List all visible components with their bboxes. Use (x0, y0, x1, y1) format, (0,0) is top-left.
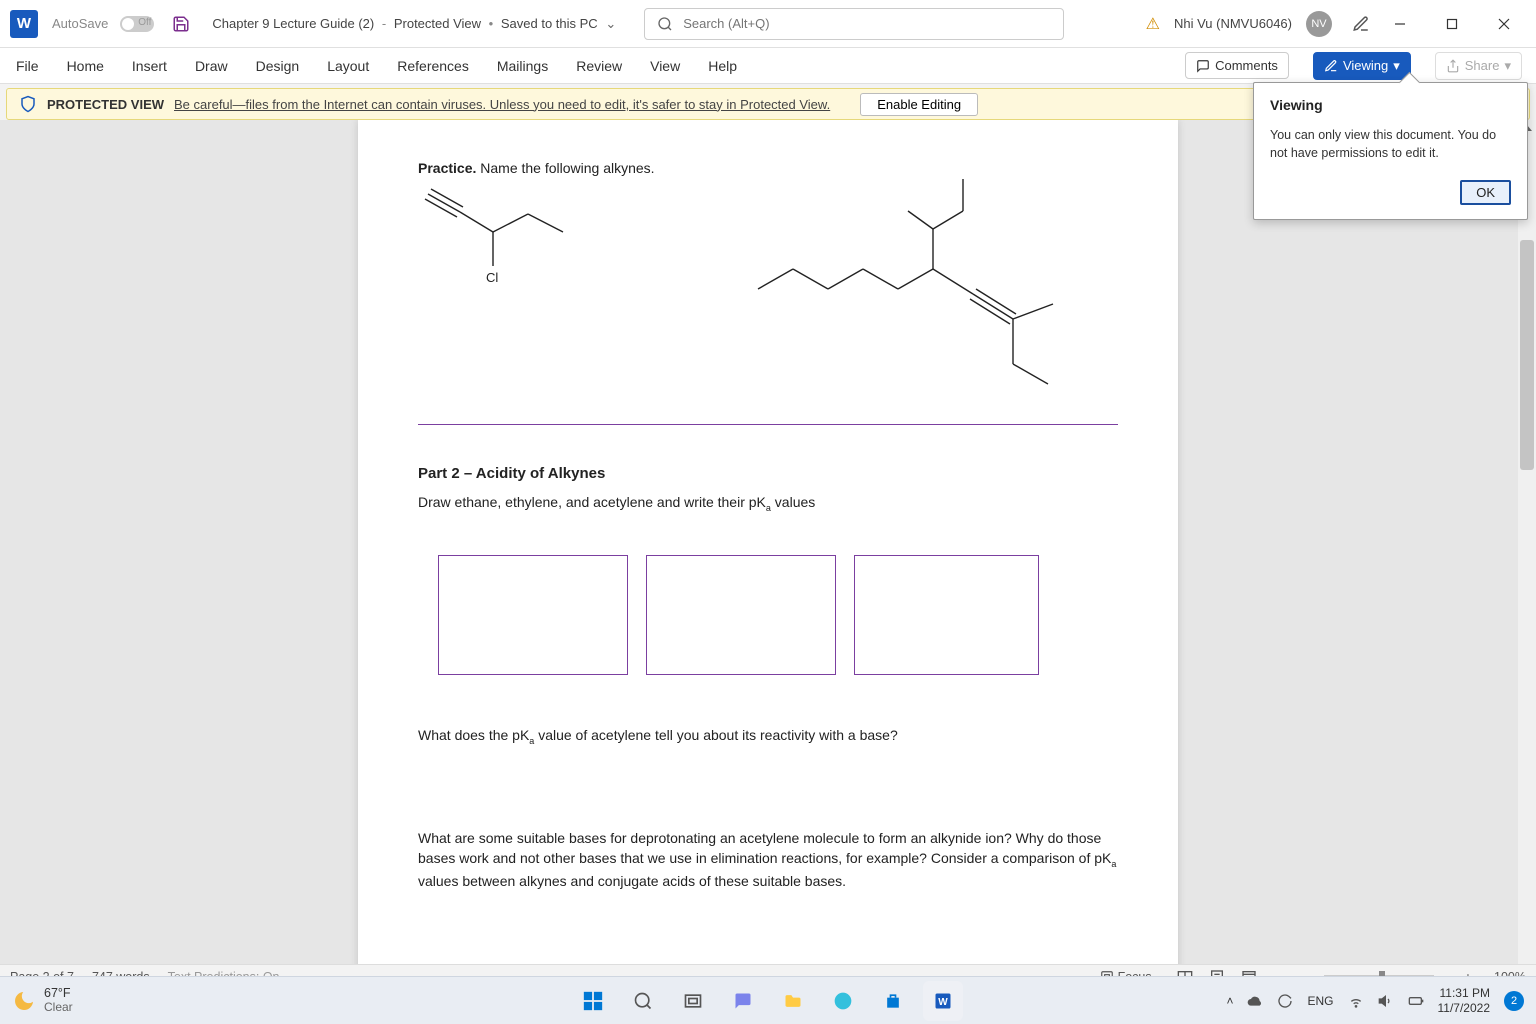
chevron-down-icon: ▾ (1504, 58, 1511, 74)
pen-icon[interactable] (1352, 15, 1370, 33)
scrollbar-thumb[interactable] (1520, 240, 1534, 470)
taskbar: 67°F Clear W ˄ ENG 11:31 PM 11/7/2022 2 (0, 976, 1536, 1024)
word-app-icon: W (10, 10, 38, 38)
autosave-toggle[interactable]: Off (120, 16, 154, 32)
titlebar: W AutoSave Off Chapter 9 Lecture Guide (… (0, 0, 1536, 48)
notification-badge[interactable]: 2 (1504, 991, 1524, 1011)
tray-chevron-icon[interactable]: ˄ (1226, 994, 1233, 1008)
comment-icon (1196, 59, 1210, 73)
sync-icon[interactable] (1277, 993, 1293, 1009)
viewing-button[interactable]: Viewing ▾ (1313, 52, 1411, 80)
callout-title: Viewing (1270, 97, 1511, 113)
doc-name: Chapter 9 Lecture Guide (2) (212, 16, 374, 31)
user-name[interactable]: Nhi Vu (NMVU6046) (1174, 16, 1292, 31)
answer-boxes (438, 555, 1118, 675)
protected-view-label: PROTECTED VIEW (47, 97, 164, 112)
autosave-label: AutoSave (52, 16, 108, 31)
doc-saved: Saved to this PC (501, 16, 598, 31)
tab-help[interactable]: Help (706, 52, 739, 80)
ok-button[interactable]: OK (1460, 180, 1511, 205)
explorer-app-icon[interactable] (773, 981, 813, 1021)
answer-box-1 (438, 555, 628, 675)
minimize-button[interactable] (1378, 0, 1422, 48)
chevron-down-icon[interactable]: ⌄ (605, 16, 616, 31)
chevron-down-icon: ▾ (1393, 58, 1400, 74)
question-1: What does the pKa value of acetylene tel… (418, 725, 1118, 748)
word-app-icon[interactable]: W (923, 981, 963, 1021)
system-tray: ˄ ENG 11:31 PM 11/7/2022 2 (1226, 986, 1524, 1015)
tab-design[interactable]: Design (254, 52, 302, 80)
warning-icon[interactable]: ⚠ (1146, 14, 1160, 34)
scrollbar-track[interactable] (1518, 120, 1536, 988)
viewing-callout: Viewing You can only view this document.… (1253, 82, 1528, 220)
question-2: What are some suitable bases for deproto… (418, 828, 1118, 891)
weather-temp: 67°F (44, 987, 73, 1001)
autosave-state: Off (138, 17, 151, 28)
divider (418, 424, 1118, 425)
page: Practice. Name the following alkynes. C (358, 120, 1178, 988)
answer-box-2 (646, 555, 836, 675)
search-icon (657, 16, 673, 32)
callout-body: You can only view this document. You do … (1270, 127, 1511, 162)
start-button[interactable] (573, 981, 613, 1021)
edge-app-icon[interactable] (823, 981, 863, 1021)
alkyne-structure-2 (748, 169, 1088, 399)
wifi-icon[interactable] (1348, 993, 1364, 1009)
search-app-icon[interactable] (623, 981, 663, 1021)
save-icon[interactable] (172, 15, 190, 33)
chemical-structures: Cl (418, 184, 1118, 394)
comments-button[interactable]: Comments (1185, 52, 1289, 79)
protected-view-message[interactable]: Be careful—files from the Internet can c… (174, 97, 830, 112)
close-button[interactable] (1482, 0, 1526, 48)
volume-icon[interactable] (1378, 993, 1394, 1009)
tab-insert[interactable]: Insert (130, 52, 169, 80)
onedrive-icon[interactable] (1247, 993, 1263, 1009)
part2-title: Part 2 – Acidity of Alkynes (418, 465, 1118, 482)
chat-app-icon[interactable] (723, 981, 763, 1021)
doc-protected: Protected View (394, 16, 481, 31)
document-title: Chapter 9 Lecture Guide (2) - Protected … (212, 16, 616, 32)
pencil-icon (1324, 59, 1338, 73)
search-box[interactable] (644, 8, 1064, 40)
weather-icon (12, 989, 36, 1013)
tab-references[interactable]: References (395, 52, 471, 80)
tab-draw[interactable]: Draw (193, 52, 230, 80)
maximize-button[interactable] (1430, 0, 1474, 48)
shield-icon (19, 95, 37, 113)
language-indicator[interactable]: ENG (1307, 994, 1333, 1008)
taskbar-apps: W (573, 981, 963, 1021)
clock[interactable]: 11:31 PM 11/7/2022 (1438, 986, 1491, 1015)
store-app-icon[interactable] (873, 981, 913, 1021)
answer-box-3 (854, 555, 1039, 675)
share-icon (1446, 59, 1460, 73)
ribbon: File Home Insert Draw Design Layout Refe… (0, 48, 1536, 84)
tab-file[interactable]: File (14, 52, 41, 80)
share-button[interactable]: Share ▾ (1435, 52, 1522, 80)
tab-home[interactable]: Home (65, 52, 106, 80)
document-area[interactable]: Practice. Name the following alkynes. C (0, 120, 1536, 988)
tab-view[interactable]: View (648, 52, 682, 80)
enable-editing-button[interactable]: Enable Editing (860, 93, 978, 116)
avatar[interactable]: NV (1306, 11, 1332, 37)
alkyne-structure-1: Cl (418, 184, 578, 294)
cl-label: Cl (486, 270, 498, 285)
tab-layout[interactable]: Layout (325, 52, 371, 80)
search-input[interactable] (683, 16, 1051, 31)
weather-widget[interactable]: 67°F Clear (12, 987, 73, 1014)
battery-icon[interactable] (1408, 993, 1424, 1009)
draw-instruction: Draw ethane, ethylene, and acetylene and… (418, 492, 1118, 515)
tab-mailings[interactable]: Mailings (495, 52, 550, 80)
svg-text:W: W (938, 997, 948, 1008)
task-view-icon[interactable] (673, 981, 713, 1021)
weather-cond: Clear (44, 1001, 73, 1014)
tab-review[interactable]: Review (574, 52, 624, 80)
